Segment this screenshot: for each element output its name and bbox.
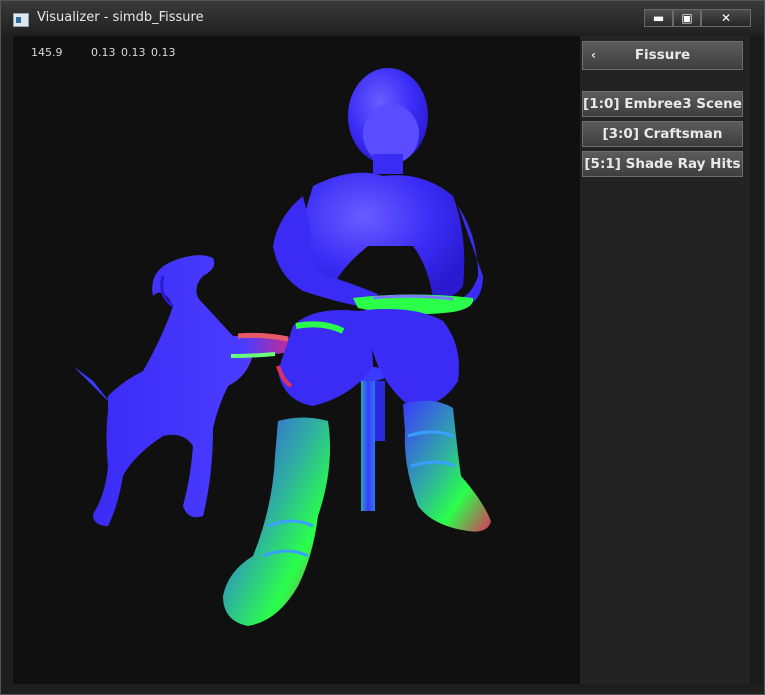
scene-render: [73, 68, 491, 626]
node-craftsman[interactable]: [3:0] Craftsman: [582, 121, 743, 147]
node-embree3-scene[interactable]: [1:0] Embree3 Scene: [582, 91, 743, 117]
panel-header-label: Fissure: [634, 47, 691, 63]
close-button[interactable]: ✕: [701, 9, 751, 27]
window-title: Visualizer - simdb_Fissure: [37, 10, 204, 25]
dog-figure: [73, 255, 295, 526]
window-border: [750, 36, 762, 684]
app-icon: [13, 13, 29, 27]
maximize-button[interactable]: ▣: [673, 9, 701, 27]
visualizer-window: Visualizer - simdb_Fissure ▬ ▣ ✕ 145.9 0…: [0, 0, 765, 695]
side-panel: ‹ Fissure [1:0] Embree3 Scene [3:0] Craf…: [580, 36, 750, 684]
chevron-left-icon[interactable]: ‹: [591, 42, 596, 69]
minimize-button[interactable]: ▬: [644, 9, 673, 27]
title-bar[interactable]: Visualizer - simdb_Fissure ▬ ▣ ✕: [1, 1, 764, 35]
render-viewport[interactable]: 145.9 0.13 0.13 0.13: [13, 36, 580, 684]
node-shade-ray-hits[interactable]: [5:1] Shade Ray Hits: [582, 151, 743, 177]
panel-header-button[interactable]: ‹ Fissure: [582, 41, 743, 70]
